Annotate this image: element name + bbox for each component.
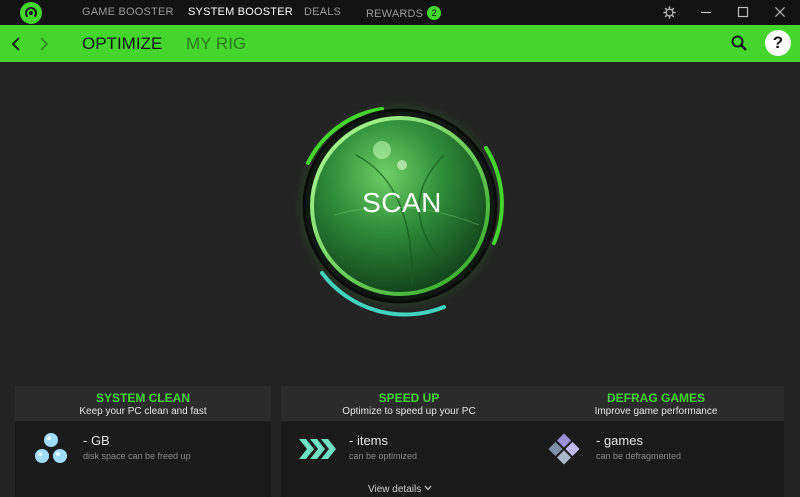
forward-arrow-icon[interactable]: [38, 36, 50, 57]
card-value: - items: [349, 433, 388, 448]
tab-deals[interactable]: DEALS: [304, 6, 341, 18]
minimize-icon[interactable]: [697, 3, 715, 21]
card-subtitle: Optimize to speed up your PC: [342, 406, 476, 417]
tab-my-rig[interactable]: MY RIG: [186, 34, 246, 54]
tab-game-booster[interactable]: GAME BOOSTER: [82, 6, 174, 18]
card-header: DEFRAG GAMES Improve game performance: [528, 386, 784, 421]
defrag-games-card[interactable]: DEFRAG GAMES Improve game performance - …: [528, 386, 784, 497]
card-title: SYSTEM CLEAN: [95, 391, 190, 405]
maximize-icon[interactable]: [734, 3, 752, 21]
sub-navigation-bar: OPTIMIZE MY RIG ?: [0, 25, 800, 62]
tab-system-booster[interactable]: SYSTEM BOOSTER: [188, 6, 293, 18]
title-bar: GAME BOOSTER SYSTEM BOOSTER DEALS REWARD…: [0, 0, 800, 25]
chevron-down-icon: [424, 484, 432, 495]
gear-icon[interactable]: [660, 3, 678, 21]
tab-optimize[interactable]: OPTIMIZE: [82, 34, 162, 54]
card-caption: can be defragmented: [596, 451, 682, 461]
card-value: - GB: [83, 433, 110, 448]
back-arrow-icon[interactable]: [10, 36, 22, 57]
tab-rewards-label: REWARDS: [366, 8, 424, 20]
scan-button-label: SCAN: [362, 187, 442, 218]
card-title: SPEED UP: [378, 391, 440, 405]
razer-cortex-logo: [20, 2, 42, 24]
tab-rewards[interactable]: REWARDS 2: [366, 6, 442, 20]
card-header: SPEED UP Optimize to speed up your PC: [281, 386, 537, 421]
card-subtitle: Improve game performance: [594, 406, 718, 417]
view-details-label: View details: [368, 484, 422, 495]
view-details-link[interactable]: View details: [0, 484, 800, 495]
help-button[interactable]: ?: [765, 30, 791, 56]
bubbles-icon: [31, 429, 71, 469]
speed-up-card[interactable]: SPEED UP Optimize to speed up your PC - …: [281, 386, 537, 497]
card-title: DEFRAG GAMES: [606, 391, 705, 405]
system-clean-card[interactable]: SYSTEM CLEAN Keep your PC clean and fast…: [15, 386, 271, 497]
card-value: - games: [596, 433, 643, 448]
card-subtitle: Keep your PC clean and fast: [79, 406, 207, 417]
search-icon[interactable]: [730, 34, 748, 57]
rewards-count-badge: 2: [427, 6, 442, 20]
scan-orb[interactable]: SCAN: [294, 95, 510, 321]
card-caption: disk space can be freed up: [83, 451, 191, 461]
chevrons-right-icon: [297, 429, 337, 469]
card-header: SYSTEM CLEAN Keep your PC clean and fast: [15, 386, 271, 421]
card-caption: can be optimized: [349, 451, 418, 461]
close-icon[interactable]: [771, 3, 789, 21]
defrag-blocks-icon: [544, 429, 584, 469]
